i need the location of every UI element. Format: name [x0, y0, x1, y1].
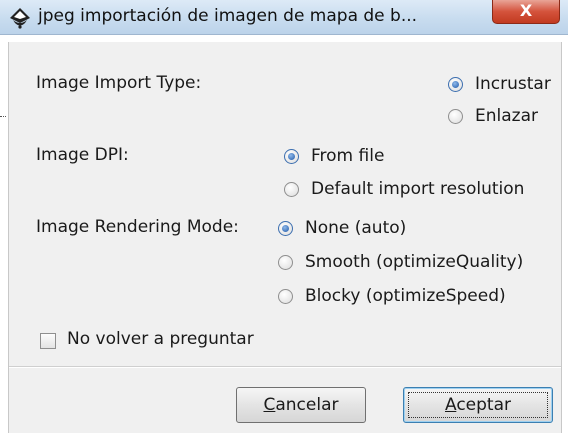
radio-from-file-label: From file [311, 146, 385, 166]
import-dialog: jpeg importación de imagen de mapa de b.… [0, 0, 568, 433]
import-type-label: Image Import Type: [36, 73, 202, 93]
ok-button[interactable]: Aceptar [403, 387, 553, 423]
dont-ask-checkbox[interactable] [40, 333, 56, 349]
radio-smooth-label: Smooth (optimizeQuality) [305, 252, 524, 272]
cancel-label: ancelar [275, 395, 339, 415]
cancel-mnemonic: C [263, 395, 276, 415]
edge-marker [0, 116, 6, 121]
radio-enlazar-label: Enlazar [475, 106, 538, 126]
radio-button[interactable] [278, 289, 293, 304]
rendering-mode-label: Image Rendering Mode: [36, 217, 239, 237]
separator [9, 366, 561, 368]
ok-mnemonic: A [444, 395, 457, 415]
close-button[interactable]: X [492, 0, 560, 24]
inkscape-icon [10, 8, 30, 29]
title-bar[interactable]: jpeg importación de imagen de mapa de b.… [0, 0, 568, 35]
dpi-label: Image DPI: [36, 145, 129, 165]
dont-ask-label[interactable]: No volver a preguntar [67, 329, 254, 349]
close-icon: X [519, 1, 533, 20]
radio-button[interactable] [278, 255, 293, 270]
radio-button[interactable] [448, 109, 463, 124]
window-title: jpeg importación de imagen de mapa de b.… [38, 6, 418, 26]
radio-none-auto-label: None (auto) [305, 218, 407, 238]
radio-default-resolution-label: Default import resolution [311, 179, 525, 199]
radio-blocky-label: Blocky (optimizeSpeed) [305, 286, 506, 306]
radio-button-checked[interactable] [278, 221, 293, 236]
radio-button-checked[interactable] [448, 77, 463, 92]
radio-incrustar-label: Incrustar [475, 74, 551, 94]
cancel-button[interactable]: Cancelar [236, 387, 366, 423]
dialog-body: Image Import Type: Incrustar Enlazar Ima… [8, 42, 562, 433]
ok-label: ceptar [456, 395, 511, 415]
radio-button-checked[interactable] [284, 149, 299, 164]
radio-button[interactable] [284, 182, 299, 197]
